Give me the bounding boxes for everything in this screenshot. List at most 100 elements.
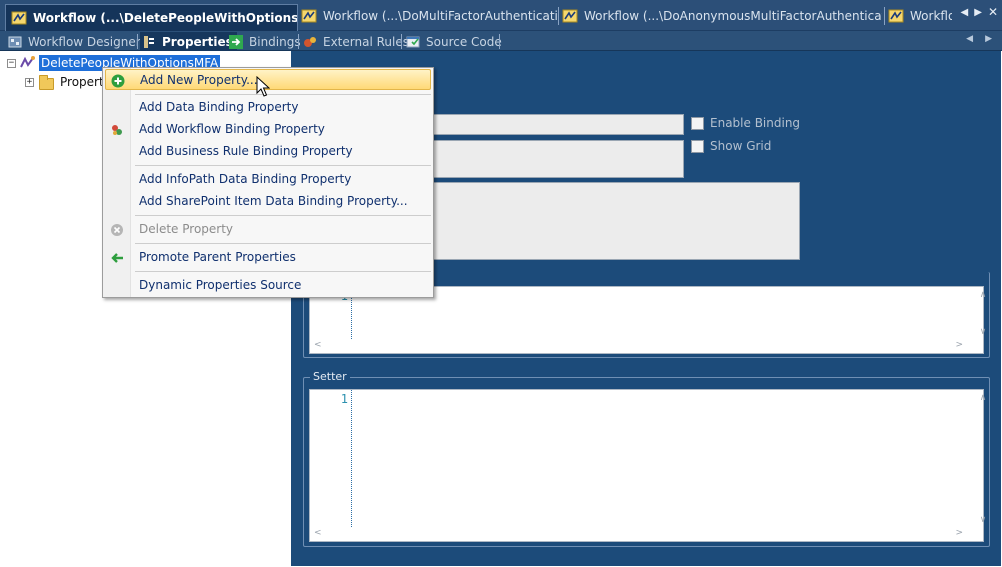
menu-label: Add New Property... bbox=[140, 73, 258, 87]
menu-add-workflow-binding-property[interactable]: Add Workflow Binding Property bbox=[105, 119, 431, 140]
add-icon bbox=[111, 74, 125, 88]
designer-icon bbox=[8, 36, 22, 47]
scroll-up-icon[interactable]: ∧ bbox=[975, 393, 991, 403]
menu-label: Add Business Rule Binding Property bbox=[139, 144, 353, 158]
horizontal-scrollbar[interactable]: < > bbox=[310, 527, 983, 541]
workflow-icon bbox=[562, 9, 578, 23]
promote-arrow-icon bbox=[111, 253, 123, 263]
menu-label: Delete Property bbox=[139, 222, 234, 236]
mouse-cursor-icon bbox=[256, 76, 270, 97]
doc-tab-label: Workflow (...\DoAnonymousMultiFactorAuth… bbox=[584, 9, 882, 23]
document-tab-strip: Workflow (...\DeletePeopleWithOptionsMFA… bbox=[0, 0, 1002, 31]
property-type-field[interactable] bbox=[411, 140, 684, 178]
menu-separator bbox=[135, 243, 431, 244]
workflow-icon bbox=[301, 9, 317, 23]
enable-binding-label: Enable Binding bbox=[710, 116, 801, 130]
line-number: 1 bbox=[340, 392, 348, 406]
menu-label: Add Workflow Binding Property bbox=[139, 122, 325, 136]
menu-add-sharepoint-item-data-binding-property[interactable]: Add SharePoint Item Data Binding Propert… bbox=[105, 191, 431, 212]
menu-separator bbox=[135, 271, 431, 272]
tab-label: External Rules bbox=[323, 34, 409, 49]
line-number-gutter: 1 bbox=[310, 390, 352, 527]
tab-workflow-designer[interactable]: Workflow Designer bbox=[8, 32, 141, 51]
scroll-down-icon[interactable]: ∨ bbox=[975, 327, 991, 337]
menu-label: Add SharePoint Item Data Binding Propert… bbox=[139, 194, 408, 208]
menu-label: Dynamic Properties Source bbox=[139, 278, 302, 292]
menu-separator bbox=[135, 165, 431, 166]
tab-label: Bindings bbox=[249, 34, 301, 49]
scroll-down-icon[interactable]: ∨ bbox=[975, 515, 991, 525]
show-grid-label: Show Grid bbox=[710, 139, 772, 153]
tab-label: Properties bbox=[162, 34, 233, 49]
scroll-left-icon[interactable]: < bbox=[314, 528, 322, 538]
checkbox-box[interactable] bbox=[691, 116, 704, 130]
tree-child[interactable]: + Propert bbox=[25, 73, 104, 91]
tab-separator bbox=[499, 34, 500, 49]
menu-add-business-rule-binding-property[interactable]: Add Business Rule Binding Property bbox=[105, 141, 431, 162]
source-code-icon bbox=[406, 36, 420, 47]
menu-separator bbox=[135, 94, 431, 95]
vertical-scrollbar[interactable]: ∧ ∨ bbox=[967, 390, 987, 527]
setter-title: Setter bbox=[310, 370, 350, 383]
tab-external-rules[interactable]: External Rules bbox=[303, 32, 409, 51]
menu-label: Promote Parent Properties bbox=[139, 250, 296, 264]
menu-delete-property: Delete Property bbox=[105, 219, 431, 240]
checkbox-box[interactable] bbox=[691, 139, 704, 153]
menu-promote-parent-properties[interactable]: Promote Parent Properties bbox=[105, 247, 431, 268]
scroll-left-icon[interactable]: < bbox=[314, 340, 322, 350]
menu-dynamic-properties-source[interactable]: Dynamic Properties Source bbox=[105, 275, 431, 296]
close-icon[interactable]: ✕ bbox=[988, 5, 998, 19]
tab-bindings[interactable]: Bindings bbox=[229, 32, 301, 51]
folder-icon bbox=[39, 74, 54, 90]
property-name-field[interactable] bbox=[411, 114, 684, 135]
show-grid-checkbox[interactable]: Show Grid bbox=[691, 139, 771, 153]
scroll-right-icon[interactable]: ▶ bbox=[974, 7, 982, 19]
tab-separator bbox=[137, 34, 138, 49]
collapse-toggle-icon[interactable]: − bbox=[7, 58, 16, 68]
menu-add-data-binding-property[interactable]: Add Data Binding Property bbox=[105, 97, 431, 118]
scroll-left-icon[interactable]: ◀ bbox=[961, 7, 969, 19]
scroll-right-icon[interactable]: > bbox=[955, 528, 963, 538]
horizontal-scrollbar[interactable]: < > bbox=[310, 339, 983, 353]
tab-separator bbox=[884, 7, 885, 25]
delete-icon bbox=[111, 224, 123, 236]
menu-separator bbox=[135, 215, 431, 216]
tab-properties[interactable]: Properties bbox=[140, 32, 237, 51]
tab-separator bbox=[558, 7, 559, 25]
subtab-nav-arrows: ◀ ▶ bbox=[966, 34, 992, 44]
expand-toggle-icon[interactable]: + bbox=[25, 77, 34, 87]
tree-child-label[interactable]: Propert bbox=[60, 75, 104, 89]
menu-label: Add InfoPath Data Binding Property bbox=[139, 172, 352, 186]
scroll-right-icon[interactable]: > bbox=[955, 340, 963, 350]
workflow-node-icon bbox=[20, 56, 35, 68]
menu-add-infopath-data-binding-property[interactable]: Add InfoPath Data Binding Property bbox=[105, 169, 431, 190]
workflow-icon bbox=[11, 11, 27, 25]
vertical-scrollbar[interactable]: ∧ ∨ bbox=[967, 287, 987, 339]
doc-tab-multifactor[interactable]: Workflow (...\DoMultiFactorAuthenticatio… bbox=[301, 4, 557, 28]
bindings-icon bbox=[229, 34, 243, 49]
tab-label: Workflow Designer bbox=[28, 34, 141, 49]
doc-tab-label: Workflow (...\DoMultiFactorAuthenticatio… bbox=[323, 9, 557, 23]
workflow-binding-icon bbox=[112, 125, 122, 135]
doc-tab-label: Workflo bbox=[910, 9, 952, 23]
context-menu: Add New Property... Add Data Binding Pro… bbox=[102, 67, 434, 298]
scroll-up-icon[interactable]: ∧ bbox=[975, 290, 991, 300]
setter-code-editor[interactable]: 1 ∧ ∨ < > bbox=[309, 389, 987, 542]
editor-tab-strip: Workflow Designer Properties Bindings Ex… bbox=[0, 31, 1002, 51]
scroll-right-icon[interactable]: ▶ bbox=[985, 34, 992, 44]
properties-icon bbox=[144, 35, 154, 48]
property-description-field[interactable] bbox=[411, 182, 800, 260]
doc-tab-truncated[interactable]: Workflo bbox=[888, 4, 952, 28]
tab-separator bbox=[401, 34, 402, 49]
tab-label: Source Code bbox=[426, 34, 502, 49]
workflow-icon bbox=[888, 9, 904, 23]
doc-tab-label: Workflow (...\DeletePeopleWithOptionsMFA… bbox=[33, 11, 298, 25]
enable-binding-checkbox[interactable]: Enable Binding bbox=[691, 116, 800, 130]
doc-tab-delete-people[interactable]: Workflow (...\DeletePeopleWithOptionsMFA… bbox=[5, 4, 298, 31]
tab-nav-arrows: ◀ ▶ ✕ bbox=[961, 5, 998, 19]
rules-icon bbox=[304, 36, 316, 47]
scroll-left-icon[interactable]: ◀ bbox=[966, 34, 973, 44]
menu-label: Add Data Binding Property bbox=[139, 100, 299, 114]
doc-tab-anonymous-mfa[interactable]: Workflow (...\DoAnonymousMultiFactorAuth… bbox=[562, 4, 882, 28]
tab-source-code[interactable]: Source Code bbox=[406, 32, 502, 51]
